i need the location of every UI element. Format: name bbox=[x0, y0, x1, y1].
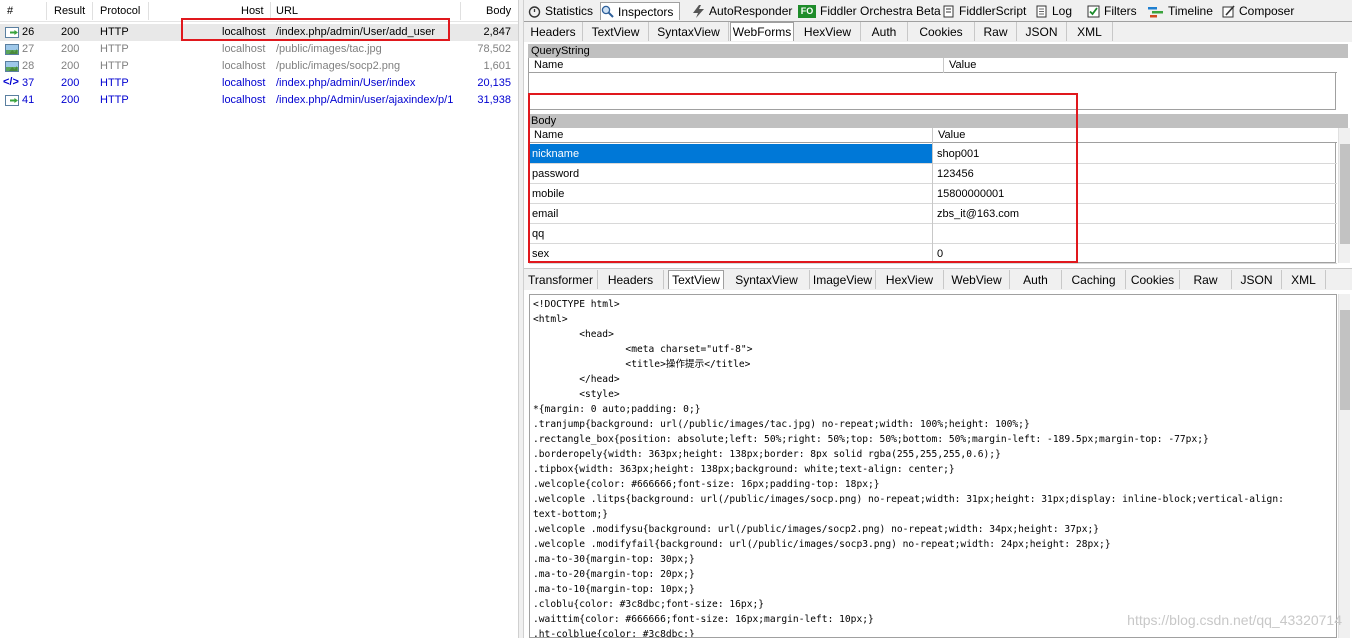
magnifier-icon bbox=[601, 5, 614, 18]
tab-response-headers[interactable]: Headers bbox=[598, 270, 664, 289]
timeline-icon bbox=[1148, 5, 1164, 18]
response-tabbar: Transformer Headers TextView SyntaxView … bbox=[524, 268, 1352, 290]
col-header-protocol[interactable]: Protocol bbox=[100, 5, 140, 17]
response-text[interactable]: <!DOCTYPE html> <html> <head> <meta char… bbox=[530, 295, 1336, 637]
fiddler-window: # Result Protocol Host URL Body 26 200 H… bbox=[0, 0, 1352, 638]
tab-request-webforms[interactable]: WebForms bbox=[730, 22, 794, 41]
tab-request-xml[interactable]: XML bbox=[1067, 22, 1113, 41]
tab-response-transformer[interactable]: Transformer bbox=[524, 270, 598, 289]
tab-response-textview[interactable]: TextView bbox=[668, 270, 724, 289]
checkbox-icon bbox=[1087, 5, 1100, 18]
tab-fiddlerscript[interactable]: FiddlerScript bbox=[942, 2, 1026, 20]
tab-response-caching[interactable]: Caching bbox=[1062, 270, 1126, 289]
tab-composer[interactable]: Composer bbox=[1222, 2, 1294, 20]
fo-icon: FO bbox=[798, 4, 816, 18]
tab-filters[interactable]: Filters bbox=[1087, 2, 1137, 20]
lightning-icon bbox=[692, 4, 705, 18]
tab-response-hexview[interactable]: HexView bbox=[876, 270, 944, 289]
session-row[interactable]: </> 37 200 HTTP localhost /index.php/adm… bbox=[0, 75, 518, 92]
querystring-header: Name Value bbox=[529, 58, 1337, 73]
session-row[interactable]: 41 200 HTTP localhost /index.php/Admin/u… bbox=[0, 92, 518, 109]
col-header-body[interactable]: Body bbox=[486, 5, 511, 17]
tab-response-xml[interactable]: XML bbox=[1282, 270, 1326, 289]
col-header-host[interactable]: Host bbox=[241, 5, 264, 17]
image-icon bbox=[5, 44, 19, 55]
sessions-list[interactable]: # Result Protocol Host URL Body 26 200 H… bbox=[0, 0, 518, 638]
response-textview[interactable]: <!DOCTYPE html> <html> <head> <meta char… bbox=[529, 294, 1337, 638]
url-highlight-box bbox=[181, 18, 450, 41]
tab-response-cookies[interactable]: Cookies bbox=[1126, 270, 1180, 289]
body-highlight-box bbox=[528, 93, 1078, 263]
script-icon bbox=[942, 5, 955, 18]
tab-request-hexview[interactable]: HexView bbox=[795, 22, 861, 41]
code-brackets-icon: </> bbox=[3, 76, 19, 88]
document-arrow-icon bbox=[5, 27, 19, 38]
tab-response-json[interactable]: JSON bbox=[1232, 270, 1282, 289]
pencil-icon bbox=[1222, 4, 1235, 18]
log-icon bbox=[1035, 5, 1048, 18]
tab-request-textview[interactable]: TextView bbox=[583, 22, 649, 41]
col-header-url[interactable]: URL bbox=[276, 5, 298, 17]
tab-timeline[interactable]: Timeline bbox=[1148, 2, 1213, 20]
querystring-section-title: QueryString bbox=[528, 44, 1348, 58]
inspectors-panel: Statistics Inspectors AutoResponder FO Fi… bbox=[524, 0, 1352, 638]
body-grid-scrollbar[interactable] bbox=[1338, 128, 1350, 263]
session-row[interactable]: 28 200 HTTP localhost /public/images/soc… bbox=[0, 58, 518, 75]
tab-log[interactable]: Log bbox=[1035, 2, 1072, 20]
tab-request-auth[interactable]: Auth bbox=[861, 22, 908, 41]
request-tabbar: Headers TextView SyntaxView WebForms Hex… bbox=[524, 22, 1352, 42]
tab-request-cookies[interactable]: Cookies bbox=[908, 22, 975, 41]
tab-response-webview[interactable]: WebView bbox=[944, 270, 1010, 289]
tab-request-json[interactable]: JSON bbox=[1017, 22, 1067, 41]
stopwatch-icon bbox=[528, 5, 541, 18]
tab-request-raw[interactable]: Raw bbox=[975, 22, 1017, 41]
col-header-number[interactable]: # bbox=[7, 5, 13, 17]
response-scrollbar[interactable] bbox=[1338, 294, 1350, 638]
watermark-text: https://blog.csdn.net/qq_43320714 bbox=[1127, 612, 1342, 628]
col-header-result[interactable]: Result bbox=[54, 5, 85, 17]
main-tabbar: Statistics Inspectors AutoResponder FO Fi… bbox=[524, 0, 1352, 22]
tab-response-imageview[interactable]: ImageView bbox=[810, 270, 876, 289]
tab-inspectors[interactable]: Inspectors bbox=[600, 2, 681, 20]
tab-response-auth[interactable]: Auth bbox=[1010, 270, 1062, 289]
tab-response-raw[interactable]: Raw bbox=[1180, 270, 1232, 289]
document-arrow-icon bbox=[5, 95, 19, 106]
tab-request-headers[interactable]: Headers bbox=[524, 22, 583, 41]
tab-autoresponder[interactable]: AutoResponder bbox=[692, 2, 792, 20]
tab-fiddler-orchestra[interactable]: FO Fiddler Orchestra Beta bbox=[798, 2, 941, 20]
session-row[interactable]: 27 200 HTTP localhost /public/images/tac… bbox=[0, 41, 518, 58]
tab-statistics[interactable]: Statistics bbox=[528, 2, 593, 20]
image-icon bbox=[5, 61, 19, 72]
tab-response-syntaxview[interactable]: SyntaxView bbox=[724, 270, 810, 289]
tab-request-syntaxview[interactable]: SyntaxView bbox=[649, 22, 729, 41]
